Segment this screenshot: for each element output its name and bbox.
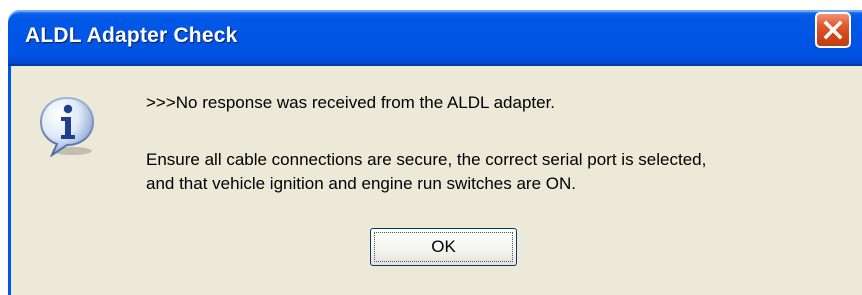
information-icon <box>39 96 95 157</box>
message-detail-line: and that vehicle ignition and engine run… <box>146 174 576 193</box>
message-detail: Ensure all cable connections are secure,… <box>146 148 706 196</box>
ok-button[interactable]: OK <box>370 228 517 266</box>
window-title: ALDL Adapter Check <box>25 24 238 47</box>
message-detail-line: Ensure all cable connections are secure,… <box>146 150 707 169</box>
ok-button-label: OK <box>431 237 456 256</box>
title-bar[interactable]: ALDL Adapter Check <box>8 10 862 66</box>
close-icon <box>823 20 843 40</box>
close-button[interactable] <box>815 12 851 48</box>
dialog-window: ALDL Adapter Check >>>No response was re… <box>0 0 862 295</box>
message-headline: >>>No response was received from the ALD… <box>146 93 556 112</box>
